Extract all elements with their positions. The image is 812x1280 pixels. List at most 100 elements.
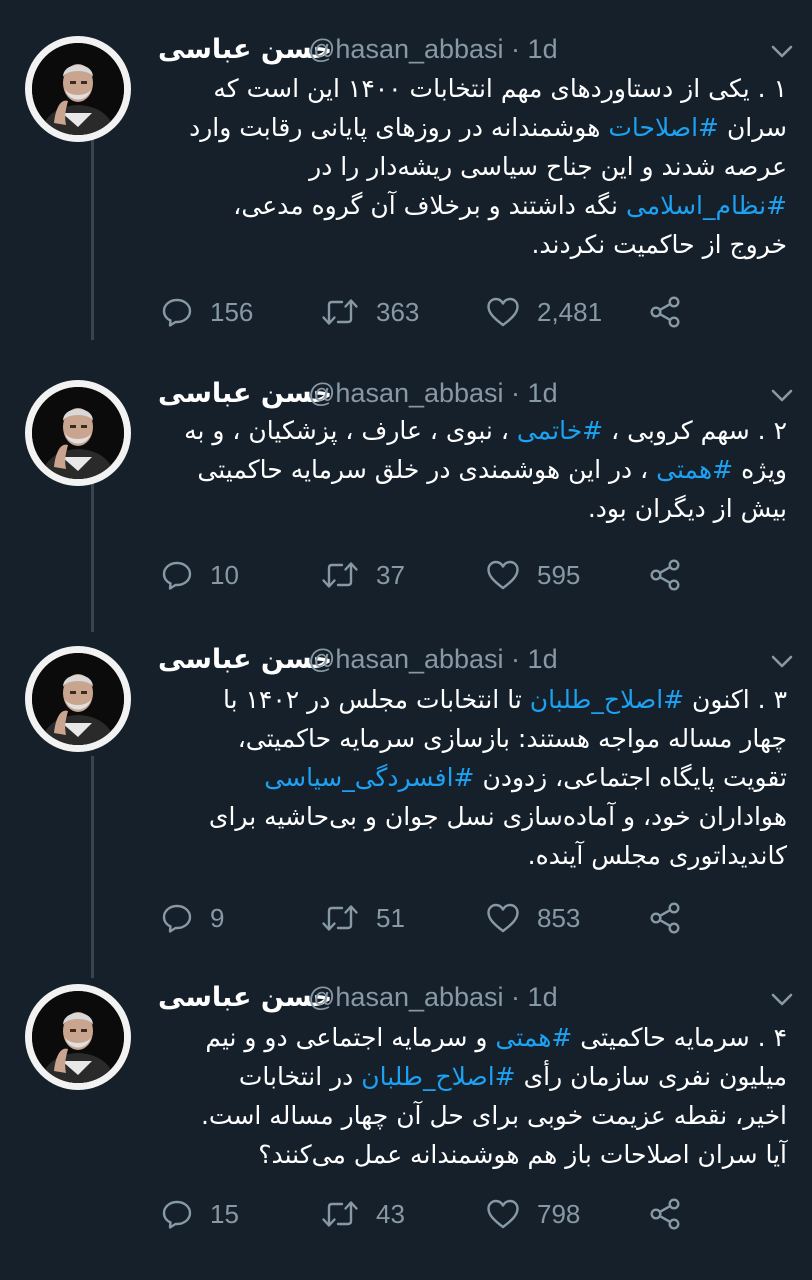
text-segment: سران xyxy=(719,113,787,142)
tweet-text-line: خروج از حاکمیت نکردند. xyxy=(150,225,787,264)
share-button[interactable] xyxy=(648,898,684,938)
retweet-icon xyxy=(322,1201,358,1227)
thread-connector-line xyxy=(91,462,94,632)
retweet-button[interactable]: 43 xyxy=(320,1194,405,1234)
retweet-icon xyxy=(322,562,358,588)
text-segment: بیش از دیگران بود. xyxy=(587,494,787,523)
heart-icon xyxy=(487,297,519,327)
tweet-text-line: ۴ . سرمایه حاکمیتی #همتی و سرمایه اجتماع… xyxy=(150,1018,787,1057)
tweet-actions: 156 363 2,481 xyxy=(150,292,710,332)
hashtag-link[interactable]: #نظام_اسلامی xyxy=(626,191,787,220)
retweet-count: 51 xyxy=(376,902,405,933)
like-button[interactable]: 595 xyxy=(485,555,580,595)
text-segment: آیا سران اصلاحات باز هم هوشمندانه عمل می… xyxy=(258,1140,787,1169)
like-count: 853 xyxy=(537,902,581,933)
hashtag-link[interactable]: #افسردگی_سیاسی xyxy=(264,763,474,792)
display-name[interactable]: حسن عباسی xyxy=(158,644,332,675)
chevron-down-icon[interactable] xyxy=(764,382,800,410)
thread-connector-line xyxy=(91,118,94,340)
avatar[interactable] xyxy=(25,36,131,142)
text-segment: خروج از حاکمیت نکردند. xyxy=(531,230,787,259)
profile-photo-icon xyxy=(32,653,124,745)
tweet-actions: 9 51 853 xyxy=(150,898,710,938)
chevron-down-icon[interactable] xyxy=(764,38,800,66)
hashtag-link[interactable]: #اصلاح_طلبان xyxy=(530,685,684,714)
profile-photo-icon xyxy=(32,43,124,135)
text-segment: چهار مساله مواجه هستند: بازسازی سرمایه ح… xyxy=(237,724,787,753)
text-segment: ۲ . سهم کروبی ، xyxy=(603,416,787,445)
hashtag-link[interactable]: #اصلاح_طلبان xyxy=(361,1062,515,1091)
share-icon xyxy=(650,296,680,328)
text-segment: و سرمایه اجتماعی دو و نیم xyxy=(205,1023,496,1052)
tweet-actions: 15 43 798 xyxy=(150,1194,710,1234)
tweet-text-line: عرصه شدند و این جناح سیاسی ریشه‌دار را د… xyxy=(150,147,787,186)
tweet-text-line: سران #اصلاحات هوشمندانه در روزهای پایانی… xyxy=(150,108,787,147)
share-button[interactable] xyxy=(648,555,684,595)
tweet-text: ۲ . سهم کروبی ، #خاتمی ، نبوی ، عارف ، پ… xyxy=(150,411,787,528)
hashtag-link[interactable]: #همتی xyxy=(495,1023,572,1052)
avatar[interactable] xyxy=(25,984,131,1090)
like-button[interactable]: 853 xyxy=(485,898,580,938)
handle-and-time[interactable]: @hasan_abbasi · 1d xyxy=(308,982,558,1013)
text-segment: ۱ . یکی از دستاوردهای مهم انتخابات ۱۴۰۰ … xyxy=(213,74,787,103)
tweet-text-line: ۳ . اکنون #اصلاح_طلبان تا انتخابات مجلس … xyxy=(150,680,787,719)
profile-photo-icon xyxy=(32,991,124,1083)
retweet-count: 363 xyxy=(376,296,420,327)
tweet-text: ۳ . اکنون #اصلاح_طلبان تا انتخابات مجلس … xyxy=(150,680,787,875)
text-segment: ، نبوی ، عارف ، پزشکیان ، و به xyxy=(184,416,517,445)
share-icon xyxy=(650,559,680,591)
tweet-thread: حسن عباسی @hasan_abbasi · 1d ۱ . یکی از … xyxy=(0,0,812,1280)
hashtag-link[interactable]: #اصلاحات xyxy=(608,113,719,142)
tweet-text-line: چهار مساله مواجه هستند: بازسازی سرمایه ح… xyxy=(150,719,787,758)
display-name[interactable]: حسن عباسی xyxy=(158,34,332,65)
handle-and-time[interactable]: @hasan_abbasi · 1d xyxy=(308,644,558,675)
heart-icon xyxy=(487,903,519,933)
reply-count: 15 xyxy=(210,1198,239,1229)
handle-and-time[interactable]: @hasan_abbasi · 1d xyxy=(308,34,558,65)
text-segment: عرصه شدند و این جناح سیاسی ریشه‌دار را د… xyxy=(309,152,787,181)
hashtag-link[interactable]: #خاتمی xyxy=(517,416,603,445)
tweet-text-line: بیش از دیگران بود. xyxy=(150,489,787,528)
tweet-text-line: ۲ . سهم کروبی ، #خاتمی ، نبوی ، عارف ، پ… xyxy=(150,411,787,450)
text-segment: ۴ . سرمایه حاکمیتی xyxy=(572,1023,787,1052)
reply-bubble-icon xyxy=(162,904,192,933)
tweet-text: ۴ . سرمایه حاکمیتی #همتی و سرمایه اجتماع… xyxy=(150,1018,787,1174)
handle-and-time[interactable]: @hasan_abbasi · 1d xyxy=(308,378,558,409)
tweet-text: ۱ . یکی از دستاوردهای مهم انتخابات ۱۴۰۰ … xyxy=(150,69,787,264)
chevron-down-icon[interactable] xyxy=(764,986,800,1014)
avatar[interactable] xyxy=(25,646,131,752)
text-segment: میلیون نفری سازمان رأی xyxy=(515,1062,787,1091)
share-icon xyxy=(650,1198,680,1230)
text-segment: تا انتخابات مجلس در ۱۴۰۲ با xyxy=(222,685,530,714)
reply-button[interactable]: 10 xyxy=(160,555,239,595)
chevron-down-icon[interactable] xyxy=(764,648,800,676)
reply-bubble-icon xyxy=(162,561,192,590)
like-button[interactable]: 798 xyxy=(485,1194,580,1234)
retweet-icon xyxy=(322,299,358,325)
retweet-button[interactable]: 363 xyxy=(320,292,419,332)
tweet-text-line: کاندیداتوری مجلس آینده. xyxy=(150,836,787,875)
tweet-text-line: تقویت پایگاه اجتماعی، زدودن #افسردگی_سیا… xyxy=(150,758,787,797)
retweet-button[interactable]: 37 xyxy=(320,555,405,595)
reply-count: 156 xyxy=(210,296,254,327)
hashtag-link[interactable]: #همتی xyxy=(656,455,733,484)
like-count: 595 xyxy=(537,559,581,590)
text-segment: ۳ . اکنون xyxy=(684,685,787,714)
share-button[interactable] xyxy=(648,292,684,332)
retweet-button[interactable]: 51 xyxy=(320,898,405,938)
like-count: 2,481 xyxy=(537,296,603,327)
profile-photo-icon xyxy=(32,387,124,479)
retweet-count: 43 xyxy=(376,1198,405,1229)
like-button[interactable]: 2,481 xyxy=(485,292,602,332)
text-segment: تقویت پایگاه اجتماعی، زدودن xyxy=(474,763,787,792)
display-name[interactable]: حسن عباسی xyxy=(158,982,332,1013)
text-segment: کاندیداتوری مجلس آینده. xyxy=(527,841,787,870)
reply-button[interactable]: 9 xyxy=(160,898,224,938)
avatar[interactable] xyxy=(25,380,131,486)
share-button[interactable] xyxy=(648,1194,684,1234)
reply-button[interactable]: 156 xyxy=(160,292,253,332)
display-name[interactable]: حسن عباسی xyxy=(158,378,332,409)
thread-connector-line xyxy=(91,756,94,978)
reply-button[interactable]: 15 xyxy=(160,1194,239,1234)
tweet-actions: 10 37 595 xyxy=(150,555,710,595)
